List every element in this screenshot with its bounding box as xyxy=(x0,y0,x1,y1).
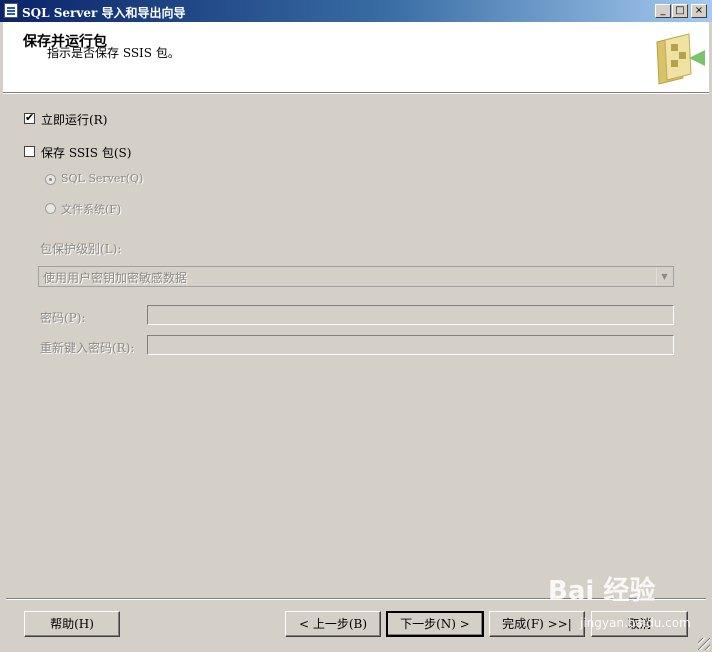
protection-level-select[interactable]: 使用用户密钥加密敏感数据 ▼ xyxy=(38,266,674,287)
maximize-button[interactable]: □ xyxy=(672,4,688,18)
retype-password-field[interactable] xyxy=(147,335,674,355)
back-button[interactable]: < 上一步(B) xyxy=(285,611,381,637)
file-system-label: 文件系统(F) xyxy=(61,203,122,216)
run-now-label[interactable]: 立即运行(R) xyxy=(41,111,107,128)
save-ssis-label[interactable]: 保存 SSIS 包(S) xyxy=(41,144,131,161)
header-separator xyxy=(3,93,709,94)
app-icon xyxy=(4,3,18,18)
page-subtitle: 指示是否保存 SSIS 包。 xyxy=(47,46,180,60)
protection-level-value: 使用用户密钥加密敏感数据 xyxy=(43,271,188,285)
dropdown-arrow-icon[interactable]: ▼ xyxy=(656,268,672,285)
watermark-brand: Bai 经验 xyxy=(548,576,656,606)
wizard-header: 保存并运行包 指示是否保存 SSIS 包。 xyxy=(3,22,709,93)
wizard-package-icon xyxy=(651,28,707,88)
next-button[interactable]: 下一步(N) > xyxy=(386,611,484,637)
watermark-url: jingyan.baidu.com xyxy=(580,616,691,630)
resize-grip[interactable] xyxy=(698,638,710,650)
password-field[interactable] xyxy=(147,305,674,325)
finish-button[interactable]: 完成(F) >>| xyxy=(489,611,585,637)
minimize-button[interactable]: _ xyxy=(655,4,671,18)
file-system-radio[interactable] xyxy=(45,203,56,214)
sql-server-label: SQL Server(Q) xyxy=(61,172,144,185)
retype-password-label: 重新键入密码(R): xyxy=(40,341,135,355)
run-now-checkbox[interactable] xyxy=(24,111,35,124)
protection-level-label: 包保护级别(L): xyxy=(40,242,122,256)
help-button[interactable]: 帮助(H) xyxy=(24,611,120,637)
window-title: SQL Server 导入和导出向导 xyxy=(22,6,186,20)
password-label: 密码(P): xyxy=(40,311,86,325)
close-button[interactable]: × xyxy=(691,4,707,18)
save-ssis-checkbox[interactable] xyxy=(24,146,35,157)
sql-server-radio[interactable] xyxy=(45,174,56,185)
